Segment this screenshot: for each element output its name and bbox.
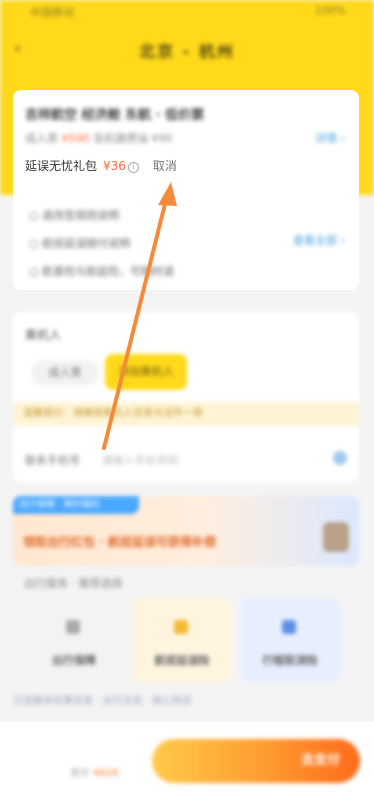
price-prefix: 成人票 xyxy=(25,132,58,145)
service-card-2[interactable]: 航班延误险 xyxy=(132,598,232,682)
add-passenger-button[interactable]: 添加乘机人 xyxy=(105,354,187,390)
carrier-text: 中国移动 xyxy=(30,6,74,19)
tab-adult[interactable]: 成人票 xyxy=(31,360,99,386)
service-label: 出行保障 xyxy=(52,654,96,667)
services-title: 出行服务 · 推荐选择 xyxy=(24,577,123,590)
list-item: ○ 航班延误赔付说明 xyxy=(29,237,131,250)
service-label: 行程取消险 xyxy=(262,654,318,667)
nav-bar: ‹ 北京 - 杭州 xyxy=(0,38,374,62)
banner-tag: 出行保障 · 限时福利 xyxy=(13,496,139,514)
contact-icon[interactable] xyxy=(333,451,347,465)
bottom-bar: 合计 ¥626 去支付 xyxy=(0,722,374,794)
phone-label: 联系手机号 xyxy=(25,454,80,467)
promo-text: 已选服务优惠信息 · 出行无忧 · 放心购买 xyxy=(13,696,193,707)
ticket-icon xyxy=(282,620,296,634)
clock-icon xyxy=(174,620,188,634)
price-suffix: 含机建燃油 ¥90 xyxy=(93,132,173,145)
service-card-1[interactable]: 出行保障 xyxy=(24,598,124,682)
service-label: 航班延误险 xyxy=(154,654,210,667)
passenger-card: 乘机人 成人票 添加乘机人 温馨提示：请确保乘机人信息与证件一致 联系手机号 请… xyxy=(13,312,359,482)
price-line: 成人票 ¥590 含机建燃油 ¥90 xyxy=(25,130,173,146)
delay-gift-label: 延误无忧礼包 xyxy=(25,159,98,173)
promo-banner[interactable]: 出行保障 · 限时福利 领取出行红包 · 航班延误可获得补偿 xyxy=(13,496,359,566)
delay-gift-price: ¥36 xyxy=(103,159,126,173)
detail-link[interactable]: 详情 › xyxy=(315,130,345,146)
battery-text: 100% xyxy=(314,4,346,17)
banner-text: 领取出行红包 · 航班延误可获得补偿 xyxy=(23,535,216,549)
status-bar: 中国移动 100% xyxy=(20,4,354,22)
rules-list: ○ 退改签规则说明 ○ 航班延误赔付说明 ○ 航意险与航延险，可随时退 xyxy=(29,202,174,286)
avatar xyxy=(323,522,349,552)
price-value: ¥590 xyxy=(61,132,90,145)
cancel-button[interactable]: 取消 xyxy=(153,159,177,173)
view-all-link[interactable]: 查看全部 › xyxy=(293,232,345,248)
shield-icon xyxy=(66,620,80,634)
pay-button[interactable]: 去支付 xyxy=(152,739,360,783)
phone-field[interactable]: 联系手机号 请输入手机号码 xyxy=(25,452,179,468)
page-title: 北京 - 杭州 xyxy=(139,42,235,61)
delay-gift-row: 延误无忧礼包 ¥36 i 取消 xyxy=(25,157,177,174)
list-item: ○ 航意险与航延险，可随时退 xyxy=(29,265,175,278)
notice-bar: 温馨提示：请确保乘机人信息与证件一致 xyxy=(13,402,359,426)
info-icon[interactable]: i xyxy=(127,162,139,173)
passenger-title: 乘机人 xyxy=(25,328,62,342)
list-item: ○ 退改签规则说明 xyxy=(29,209,120,222)
phone-input[interactable]: 请输入手机号码 xyxy=(102,454,179,467)
flight-card: 吉祥航空 经济舱 东航 · 低价票 成人票 ¥590 含机建燃油 ¥90 详情 … xyxy=(13,90,359,290)
service-card-3[interactable]: 行程取消险 xyxy=(240,598,340,682)
total-price: 合计 ¥626 xyxy=(70,768,119,779)
flight-name: 吉祥航空 经济舱 东航 · 低价票 xyxy=(25,108,205,123)
